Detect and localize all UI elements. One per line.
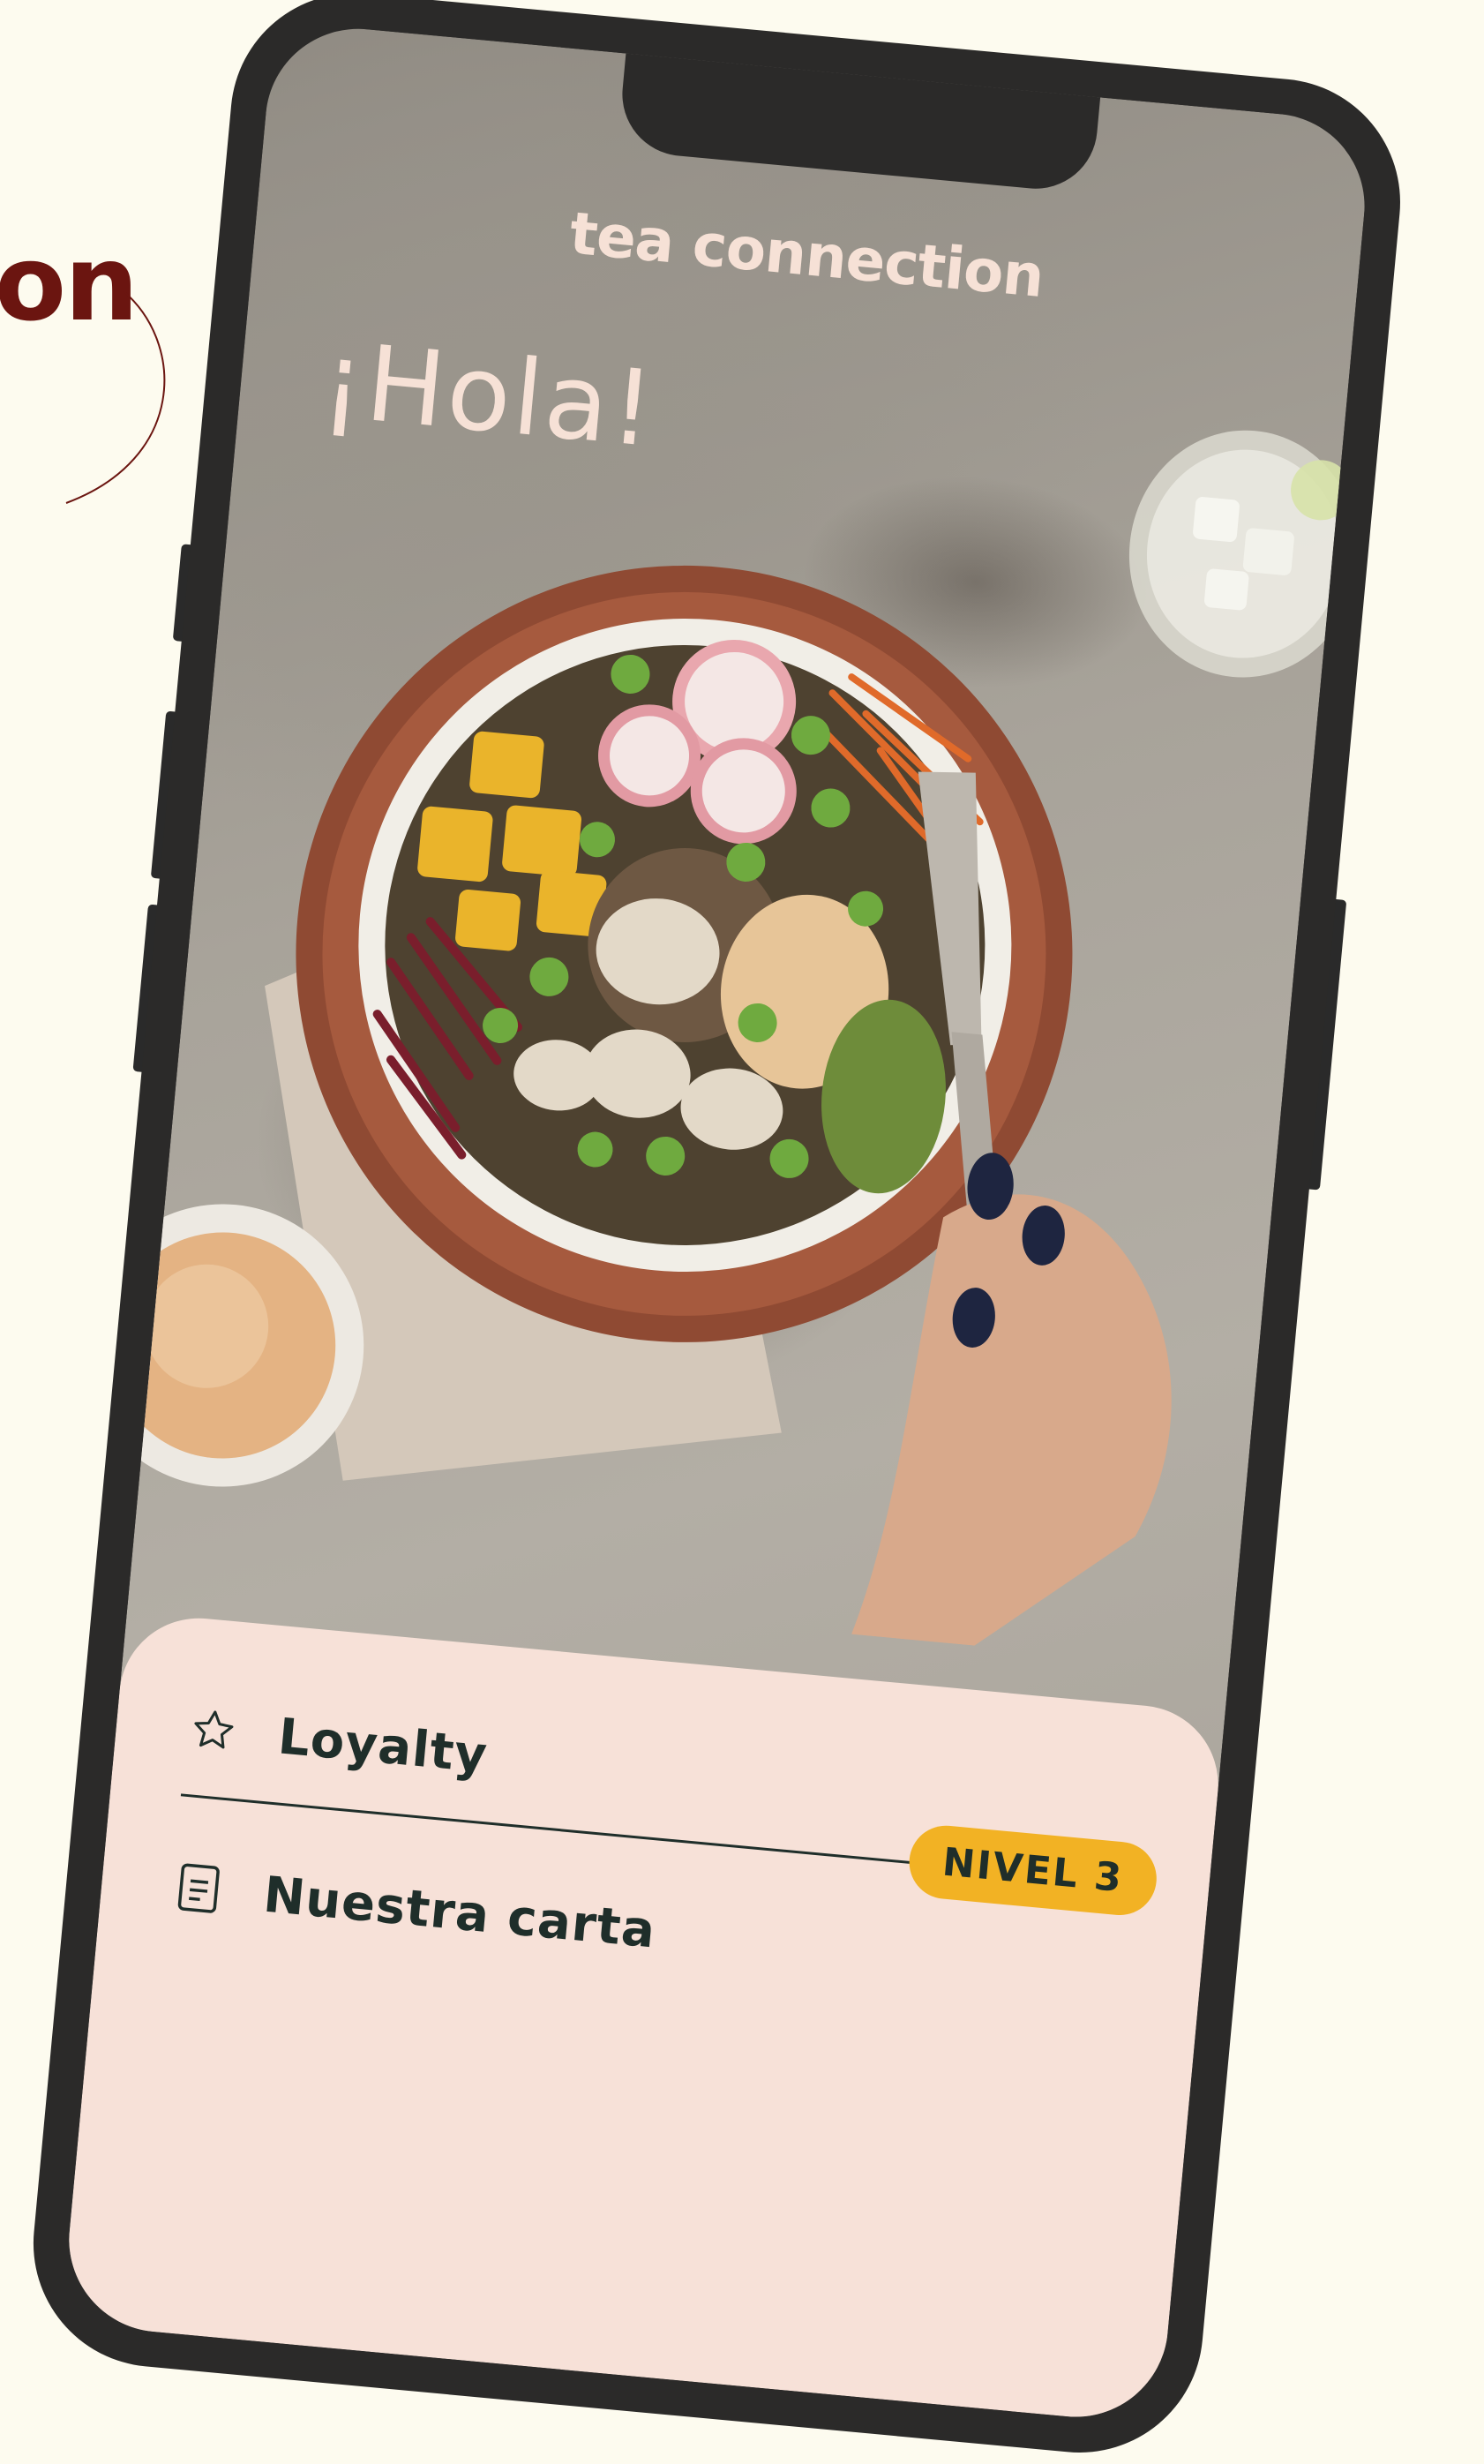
phone-mockup: tea connection ¡Hola! Loyalty NIVEL 3 Nu… bbox=[22, 0, 1412, 2464]
app-screen: tea connection ¡Hola! Loyalty NIVEL 3 Nu… bbox=[61, 20, 1373, 2425]
menu-item-loyalty-label: Loyalty bbox=[275, 1707, 491, 1784]
star-icon bbox=[184, 1702, 242, 1759]
bottom-sheet: Loyalty NIVEL 3 Nuestra carta bbox=[61, 1611, 1225, 2425]
decorative-arc bbox=[65, 290, 166, 504]
menu-card-icon bbox=[170, 1859, 228, 1917]
menu-item-nuestra-carta-label: Nuestra carta bbox=[260, 1866, 658, 1960]
